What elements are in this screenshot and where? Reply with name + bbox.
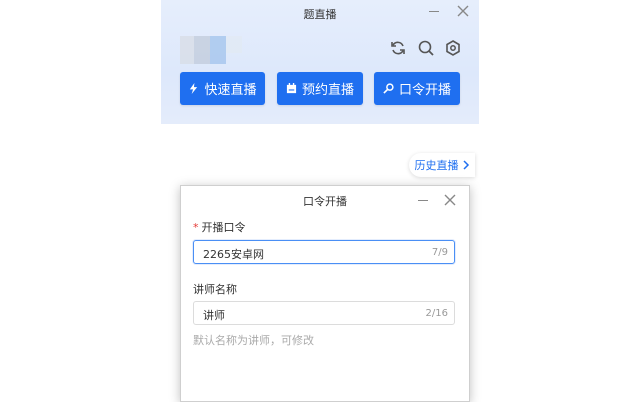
key-icon (383, 83, 394, 94)
passcode-input[interactable]: 2265安卓网 7/9 (193, 240, 455, 264)
schedule-live-label: 预约直播 (301, 83, 354, 98)
teacher-hint: 默认名称为讲师，可修改 (193, 334, 314, 347)
required-mark: * (193, 221, 199, 234)
dialog-minimize-button[interactable] (415, 191, 431, 207)
chevron-right-icon (462, 160, 469, 170)
quick-live-label: 快速直播 (204, 83, 257, 98)
passcode-label-row: * 开播口令 (193, 219, 246, 235)
teacher-char-count: 2/16 (425, 308, 448, 319)
lightning-icon (190, 83, 198, 94)
passcode-live-label: 口令开播 (398, 83, 451, 98)
passcode-char-count: 7/9 (431, 247, 448, 258)
header-panel: 题直播 快速直播 预约直播 口令开播 (161, 0, 479, 124)
minimize-button[interactable] (426, 3, 442, 19)
refresh-icon[interactable] (389, 39, 407, 57)
teacher-name-input[interactable]: 讲师 2/16 (193, 301, 455, 325)
close-icon (457, 5, 469, 17)
passcode-label: 开播口令 (201, 221, 246, 234)
history-live-label: 历史直播 (414, 159, 459, 172)
close-icon (444, 194, 456, 206)
schedule-live-button[interactable]: 预约直播 (277, 72, 363, 105)
teacher-value: 讲师 (203, 309, 225, 322)
avatar[interactable] (180, 36, 242, 64)
calendar-icon (286, 83, 297, 94)
teacher-label: 讲师名称 (193, 283, 237, 296)
quick-live-button[interactable]: 快速直播 (180, 72, 265, 105)
passcode-live-button[interactable]: 口令开播 (374, 72, 460, 105)
search-icon[interactable] (417, 39, 435, 57)
passcode-value: 2265安卓网 (203, 248, 264, 261)
settings-icon[interactable] (444, 39, 462, 57)
passcode-dialog: 口令开播 * 开播口令 2265安卓网 7/9 讲师名称 讲师 2/16 默认名称… (180, 185, 470, 402)
history-live-button[interactable]: 历史直播 (409, 153, 475, 177)
dialog-close-button[interactable] (444, 191, 460, 207)
close-button[interactable] (455, 3, 471, 19)
